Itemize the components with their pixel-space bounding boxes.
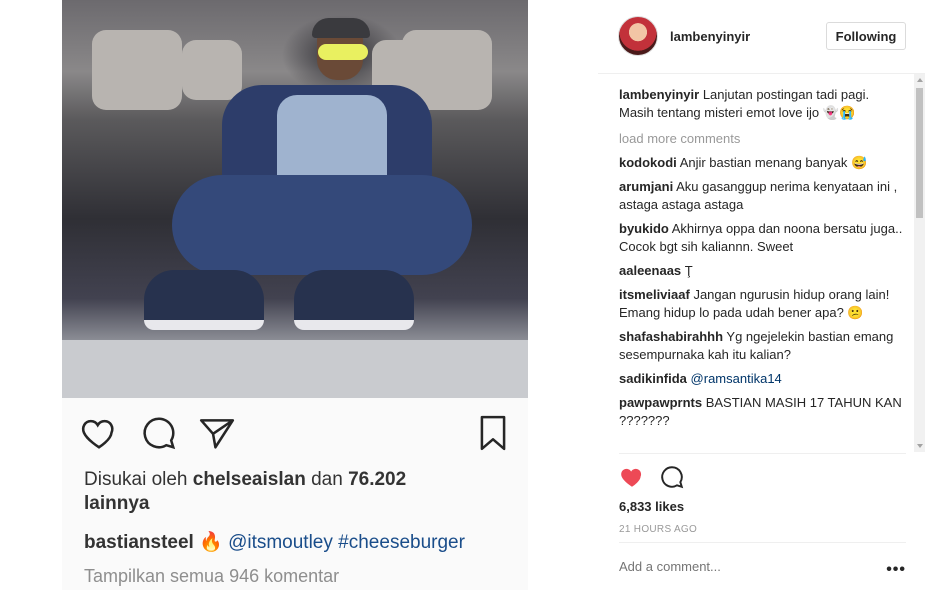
comment-username[interactable]: sadikinfida [619,371,687,386]
screenshot-caption: bastiansteel 🔥 @itsmoutley #cheeseburger [84,531,465,555]
liked-by-prefix: Disukai oleh [84,469,188,490]
load-more-comments-link[interactable]: load more comments [619,130,906,148]
scroll-down-icon[interactable] [917,444,923,448]
liked-by-text: Disukai oleh chelseaislan dan 76.202 lai… [84,468,504,516]
screenshot-caption-user: bastiansteel [84,532,194,553]
list-item: pawpawprnts BASTIAN MASIH 17 TAHUN KAN ?… [619,394,906,430]
comment-text: Ţ [684,263,693,278]
comment-icon[interactable] [659,464,685,490]
comment-username[interactable]: kodokodi [619,155,677,170]
caption-comment: lambenyinyir Lanjutan postingan tadi pag… [619,86,906,122]
list-item: shafashabirahhh Yg ngejelekin bastian em… [619,328,906,364]
list-item: aaleenaas Ţ [619,262,906,280]
comment-text: Anjir bastian menang banyak 😅 [679,155,868,170]
post-side-panel: lambenyinyir Following lambenyinyir Lanj… [598,0,925,590]
post-photo[interactable] [62,0,528,398]
fire-emoji: 🔥 [199,532,223,553]
comment-username[interactable]: lambenyinyir [619,87,699,102]
person-legs [172,175,472,275]
liked-by-count: 76.202 [348,469,407,490]
list-item: byukido Akhirnya oppa dan noona bersatu … [619,220,906,256]
add-comment-bar: ••• [619,542,906,590]
post-actions: 6,833 likes 21 HOURS AGO ••• [619,453,906,590]
comment-username[interactable]: byukido [619,221,669,236]
post-header: lambenyinyir Following [598,0,925,74]
screenshot-post-ui: Disukai oleh chelseaislan dan 76.202 lai… [62,398,528,590]
screenshot-caption-mention: @itsmoutley [228,532,333,553]
list-item: kodokodi Anjir bastian menang banyak 😅 [619,154,906,172]
post-media: Disukai oleh chelseaislan dan 76.202 lai… [0,0,598,590]
comments-scrollbar[interactable] [914,74,925,452]
bookmark-icon [480,415,506,451]
person-glasses [318,44,368,60]
comments-list: lambenyinyir Lanjutan postingan tadi pag… [619,86,906,452]
comment-username[interactable]: aaleenaas [619,263,681,278]
liked-by-and: dan [311,469,343,490]
comment-mention-link[interactable]: @ramsantika14 [691,371,782,386]
comment-username[interactable]: pawpawprnts [619,395,702,410]
share-icon [199,419,235,449]
person-shoe [144,270,264,330]
avatar[interactable] [618,16,658,56]
comment-outline-icon [143,417,176,450]
list-item: sadikinfida @ramsantika14 [619,370,906,388]
scroll-up-icon[interactable] [917,78,923,82]
more-options-icon[interactable]: ••• [886,561,906,579]
liked-by-user: chelseaislan [192,469,306,490]
comment-username[interactable]: arumjani [619,179,673,194]
screenshot-view-all-comments: Tampilkan semua 946 komentar [84,566,340,586]
car-seat [92,30,182,110]
heart-outline-icon [81,419,114,449]
add-comment-input[interactable] [619,559,869,574]
scrollbar-thumb[interactable] [916,88,923,218]
list-item: arumjani Aku gasanggup nerima kenyataan … [619,178,906,214]
post-timestamp[interactable]: 21 HOURS AGO [619,524,697,535]
screenshot-caption-hashtag: #cheeseburger [338,532,465,553]
liked-by-suffix: lainnya [84,493,150,514]
likes-count[interactable]: 6,833 likes [619,499,684,514]
heart-filled-icon[interactable] [619,464,645,490]
trunk-floor [62,340,528,398]
list-item: itsmeliviaaf Jangan ngurusin hidup orang… [619,286,906,322]
following-button[interactable]: Following [826,22,906,50]
comment-username[interactable]: shafashabirahhh [619,329,723,344]
person-cap [312,18,370,38]
person-shoe [294,270,414,330]
comment-username[interactable]: itsmeliviaaf [619,287,690,302]
car-headrest [182,40,242,100]
header-username[interactable]: lambenyinyir [670,29,750,44]
